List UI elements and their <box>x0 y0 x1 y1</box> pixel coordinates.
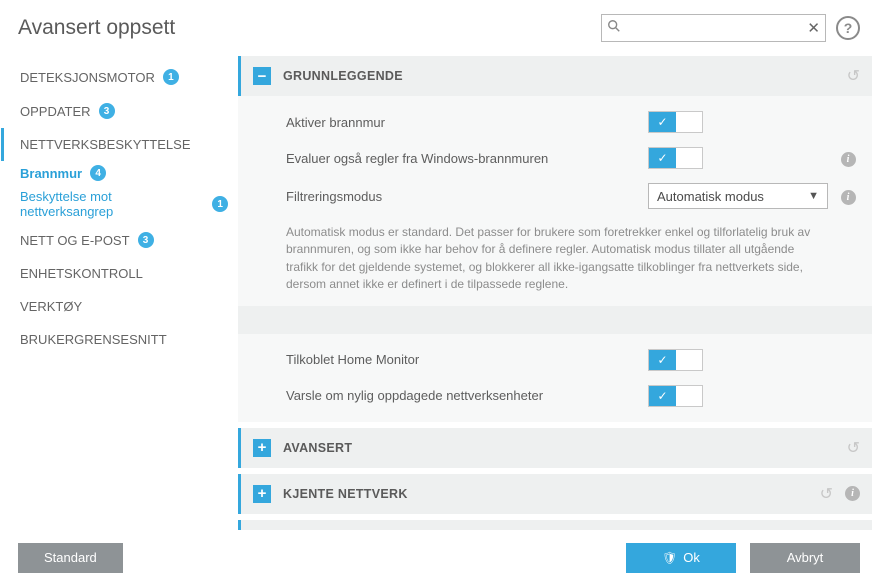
footer: Standard 🛡 Ok Avbryt <box>0 530 878 585</box>
sidebar-item-detection[interactable]: DETEKSJONSMOTOR 1 <box>1 60 228 94</box>
sidebar-item-web-email[interactable]: NETT OG E-POST 3 <box>1 223 228 257</box>
default-button[interactable]: Standard <box>18 543 123 573</box>
row-enable-firewall: Aktiver brannmur ✓ <box>238 104 872 140</box>
filter-mode-description: Automatisk modus er standard. Det passer… <box>238 216 872 306</box>
row-filter-mode: Filtreringsmodus Automatisk modus ▼ i <box>238 176 872 216</box>
sidebar-item-firewall[interactable]: Brannmur 4 <box>20 161 228 185</box>
sidebar-item-label: BRUKERGRENSESNITT <box>20 332 167 347</box>
toggle-enable-firewall[interactable]: ✓ <box>648 111 703 133</box>
help-icon[interactable]: ? <box>836 16 860 40</box>
sidebar-item-label: NETT OG E-POST <box>20 233 130 248</box>
ok-button-label: Ok <box>683 550 700 565</box>
badge: 3 <box>99 103 115 119</box>
setting-label: Evaluer også regler fra Windows-brannmur… <box>286 151 638 166</box>
setting-label: Varsle om nylig oppdagede nettverksenhet… <box>286 388 638 403</box>
sidebar-item-attack-protection[interactable]: Beskyttelse mot nettverksangrep 1 <box>20 185 228 223</box>
select-value: Automatisk modus <box>657 189 764 204</box>
row-home-monitor: Tilkoblet Home Monitor ✓ <box>238 342 872 378</box>
shield-icon: 🛡 <box>662 551 677 565</box>
chevron-down-icon: ▼ <box>808 190 819 202</box>
reset-icon[interactable]: ↺ <box>847 438 860 458</box>
info-icon[interactable]: i <box>845 486 860 501</box>
section-divider <box>238 306 872 334</box>
expand-icon[interactable]: + <box>253 439 271 457</box>
sidebar-item-ui[interactable]: BRUKERGRENSESNITT <box>1 323 228 356</box>
sidebar-item-label: NETTVERKSBESKYTTELSE <box>20 137 191 152</box>
badge: 1 <box>212 196 228 212</box>
search-box: ✕ <box>601 14 826 42</box>
sidebar-item-label: Brannmur <box>20 166 82 181</box>
row-notify-new: Varsle om nylig oppdagede nettverksenhet… <box>238 378 872 414</box>
expand-icon[interactable]: + <box>253 485 271 503</box>
toggle-notify-new[interactable]: ✓ <box>648 385 703 407</box>
badge: 1 <box>163 69 179 85</box>
section-known-header[interactable]: + KJENTE NETTVERK ↺ i <box>238 474 872 514</box>
sidebar-item-label: OPPDATER <box>20 104 91 119</box>
sidebar-item-label: ENHETSKONTROLL <box>20 266 143 281</box>
badge: 3 <box>138 232 154 248</box>
badge: 4 <box>90 165 106 181</box>
search-icon <box>607 19 621 36</box>
search-input[interactable] <box>601 14 826 42</box>
reset-icon[interactable]: ↺ <box>847 66 860 86</box>
sidebar-item-label: Beskyttelse mot nettverksangrep <box>20 189 204 219</box>
toggle-home-monitor[interactable]: ✓ <box>648 349 703 371</box>
section-profiles-header[interactable]: + BRANNMURPROFILER ↺ i <box>238 520 872 530</box>
sidebar: DETEKSJONSMOTOR 1 OPPDATER 3 NETTVERKSBE… <box>0 50 228 530</box>
setting-label: Tilkoblet Home Monitor <box>286 352 638 367</box>
clear-search-icon[interactable]: ✕ <box>807 19 820 37</box>
content-panel: − GRUNNLEGGENDE ↺ Aktiver brannmur ✓ Eva… <box>228 50 878 530</box>
ok-button[interactable]: 🛡 Ok <box>626 543 736 573</box>
cancel-button[interactable]: Avbryt <box>750 543 860 573</box>
row-eval-windows: Evaluer også regler fra Windows-brannmur… <box>238 140 872 176</box>
section-title: AVANSERT <box>283 441 835 455</box>
sidebar-item-tools[interactable]: VERKTØY <box>1 290 228 323</box>
sidebar-item-label: VERKTØY <box>20 299 82 314</box>
sidebar-subgroup-network: Brannmur 4 Beskyttelse mot nettverksangr… <box>4 161 228 223</box>
info-icon[interactable]: i <box>841 152 856 167</box>
sidebar-item-label: DETEKSJONSMOTOR <box>20 70 155 85</box>
sidebar-item-network[interactable]: NETTVERKSBESKYTTELSE <box>1 128 228 161</box>
section-advanced-header[interactable]: + AVANSERT ↺ <box>238 428 872 468</box>
section-basic-header[interactable]: − GRUNNLEGGENDE ↺ <box>238 56 872 96</box>
section-title: KJENTE NETTVERK <box>283 487 808 501</box>
section-basic-body: Aktiver brannmur ✓ Evaluer også regler f… <box>238 96 872 422</box>
sidebar-item-update[interactable]: OPPDATER 3 <box>1 94 228 128</box>
section-title: GRUNNLEGGENDE <box>283 69 835 83</box>
info-icon[interactable]: i <box>841 190 856 205</box>
sidebar-item-device[interactable]: ENHETSKONTROLL <box>1 257 228 290</box>
setting-label: Aktiver brannmur <box>286 115 638 130</box>
page-title: Avansert oppsett <box>18 16 175 40</box>
setting-label: Filtreringsmodus <box>286 189 638 204</box>
filter-mode-select[interactable]: Automatisk modus ▼ <box>648 183 828 209</box>
toggle-eval-windows[interactable]: ✓ <box>648 147 703 169</box>
collapse-icon[interactable]: − <box>253 67 271 85</box>
reset-icon[interactable]: ↺ <box>820 484 833 504</box>
